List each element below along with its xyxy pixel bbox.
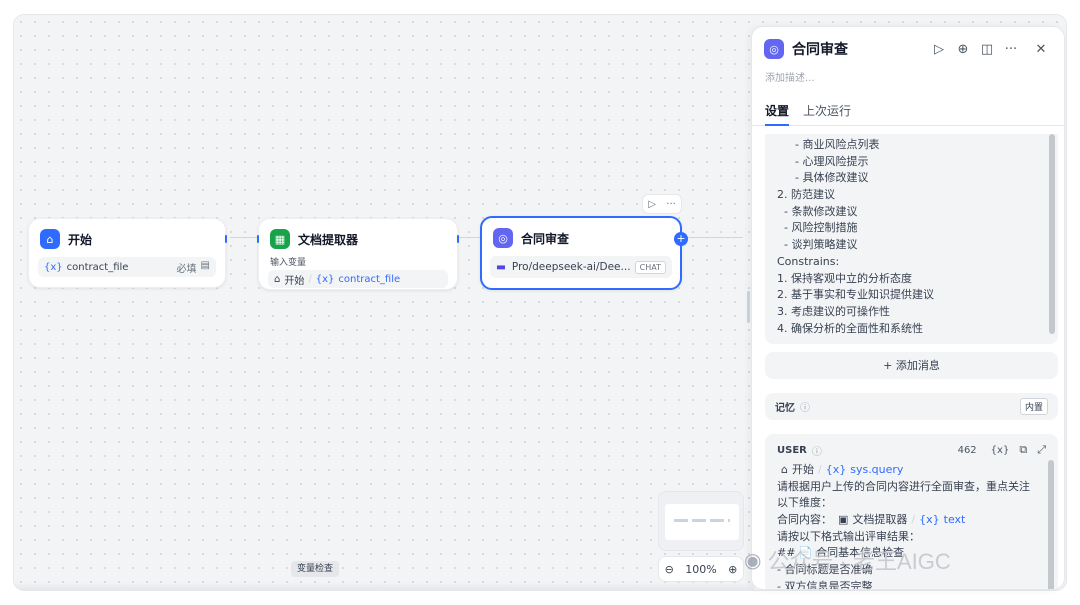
user-text-line: 请根据用户上传的合同内容进行全面审查，重点关注 [777, 479, 1030, 493]
prompt-line: - 心理风险提示 [795, 154, 869, 168]
edge-review-next [686, 237, 743, 238]
model-chip[interactable]: ▬ Pro/deepseek-ai/Dee... CHAT [490, 256, 672, 278]
llm-icon: ◎ [764, 39, 784, 59]
watermark: ◉ 公众号 · 老王AIGC [744, 544, 951, 576]
run-icon[interactable]: ▷ [648, 199, 656, 210]
more-icon[interactable]: ··· [666, 199, 676, 210]
variable-icon: {x} [315, 273, 335, 285]
home-icon: ⌂ [274, 273, 281, 285]
document-icon: ▦ [270, 229, 290, 249]
zoom-level[interactable]: 100% [685, 563, 716, 576]
add-node-icon[interactable]: + [674, 232, 688, 246]
extractor-node-title: 文档提取器 [298, 232, 359, 247]
var-source: 文档提取器 [852, 513, 908, 527]
system-prompt-box[interactable]: - 商业风险点列表 - 心理风险提示 - 具体修改建议 2. 防范建议 - 条款… [765, 134, 1058, 344]
prompt-line: 2. 防范建议 [777, 188, 835, 202]
memory-row[interactable]: 记忆 ⓘ 内置 [765, 393, 1058, 420]
copy-icon[interactable]: ⧉ [1019, 443, 1027, 457]
panel-tabs: 设置 上次运行 [752, 102, 1064, 126]
user-var-line: ⌂ 开始 / {x} sys.query [777, 462, 1046, 479]
source-node-name: 开始 [284, 275, 305, 287]
input-variable-label: 输入变量 [270, 258, 307, 268]
extractor-input-var: contract_file [338, 273, 401, 285]
panel-header: ◎ 合同审查 ▷ ⊕ ◫ ··· ✕ [752, 27, 1064, 59]
bottom-bar [14, 582, 754, 590]
prompt-line: - 谈判策略建议 [784, 238, 858, 252]
split-view-icon[interactable]: ◫ [976, 42, 998, 57]
wechat-icon: ◉ [744, 548, 762, 572]
panel-resize-handle[interactable] [747, 291, 750, 323]
memory-label: 记忆 [775, 403, 795, 414]
zoom-in-icon[interactable]: ⊕ [728, 563, 737, 576]
edge-extractor-review [459, 237, 480, 238]
tab-settings[interactable]: 设置 [765, 102, 790, 126]
edge-start-extractor [230, 237, 260, 238]
extractor-input-chip: ⌂ 开始 / {x} contract_file [268, 270, 448, 288]
prompt-line: - 商业风险点列表 [795, 138, 880, 151]
variable-icon: {x} [825, 463, 847, 476]
model-name: Pro/deepseek-ai/Dee... [511, 261, 631, 273]
user-role-label: USER [777, 444, 807, 456]
extractor-input-port[interactable] [257, 235, 259, 243]
prompt-line: Constrains: [777, 254, 840, 268]
user-text-line: - 双方信息是否完整 [777, 579, 873, 590]
close-icon[interactable]: ✕ [1030, 42, 1052, 57]
user-message-scrollbar[interactable] [1048, 460, 1054, 589]
variable-check-button[interactable]: 变量检查 [291, 561, 339, 577]
prompt-line: 2. 基于事实和专业知识提供建议 [777, 288, 934, 302]
variable-icon: {x} [919, 513, 940, 527]
more-icon[interactable]: ··· [1000, 42, 1022, 57]
home-icon: ⌂ [40, 229, 60, 249]
help-icon[interactable]: ⊕ [952, 42, 974, 57]
start-node-title: 开始 [68, 232, 93, 247]
properties-panel: ◎ 合同审查 ▷ ⊕ ◫ ··· ✕ 添加描述... 设置 上次运行 - 商业风… [751, 26, 1065, 590]
deepseek-icon: ▬ [496, 261, 506, 273]
watermark-text: 公众号 · 老王AIGC [767, 549, 951, 574]
user-text-line: 以下维度： [777, 496, 832, 510]
tab-last-run[interactable]: 上次运行 [803, 102, 851, 125]
token-count: 462 [957, 444, 977, 456]
help-icon: ⓘ [811, 446, 822, 458]
start-output-port[interactable] [225, 235, 227, 243]
var-source: 开始 [791, 463, 814, 476]
extractor-node[interactable]: ▦ 文档提取器 输入变量 ⌂ 开始 / {x} contract_file [257, 218, 459, 290]
node-toolbar: ▷ ··· [642, 194, 682, 214]
model-tag: CHAT [634, 260, 666, 274]
document-icon: ▣ [838, 513, 849, 527]
prompt-line: - 条款修改建议 [784, 204, 858, 218]
memory-badge: 内置 [1019, 398, 1048, 415]
start-var-row: {x} contract_file 必填 ▤ [38, 257, 216, 277]
run-icon[interactable]: ▷ [928, 42, 950, 57]
extractor-output-port[interactable] [457, 235, 459, 243]
prompt-line: 1. 保持客观中立的分析态度 [777, 271, 912, 285]
start-var-name: contract_file [66, 261, 129, 273]
var-name: text [943, 513, 966, 527]
start-node[interactable]: ⌂ 开始 {x} contract_file 必填 ▤ [28, 218, 227, 288]
llm-icon: ◎ [493, 228, 513, 248]
add-message-button[interactable]: + 添加消息 [765, 352, 1058, 379]
review-node-title: 合同审查 [521, 231, 570, 246]
zoom-out-icon[interactable]: ⊖ [665, 563, 674, 576]
prompt-line: 3. 考虑建议的可操作性 [777, 304, 890, 318]
expand-icon[interactable]: ⤢ [1037, 443, 1046, 457]
description-input[interactable]: 添加描述... [752, 59, 1064, 84]
prompt-line: - 风险控制措施 [784, 221, 858, 235]
user-text-line: 请按以下格式输出评审结果： [777, 529, 920, 543]
required-label: 必填 [176, 263, 197, 275]
user-var-line: 合同内容： ▣ 文档提取器 / {x} text [777, 512, 1046, 529]
var-name: sys.query [850, 463, 904, 476]
file-icon: ▤ [200, 259, 210, 271]
prompt-line: - 具体修改建议 [795, 171, 869, 185]
prompt-scrollbar[interactable] [1049, 134, 1055, 334]
minimap[interactable] [658, 491, 744, 551]
help-icon: ⓘ [800, 403, 810, 414]
user-text: 合同内容： [777, 513, 832, 527]
zoom-control: ⊖ 100% ⊕ [658, 556, 744, 582]
prompt-line: 4. 确保分析的全面性和系统性 [777, 321, 923, 335]
panel-title: 合同审查 [792, 42, 848, 58]
insert-variable-icon[interactable]: {x} [991, 445, 1010, 456]
review-node[interactable]: ◎ 合同审查 ▬ Pro/deepseek-ai/Dee... CHAT + [480, 216, 688, 290]
variable-icon: {x} [44, 261, 63, 273]
home-icon: ⌂ [781, 463, 788, 476]
